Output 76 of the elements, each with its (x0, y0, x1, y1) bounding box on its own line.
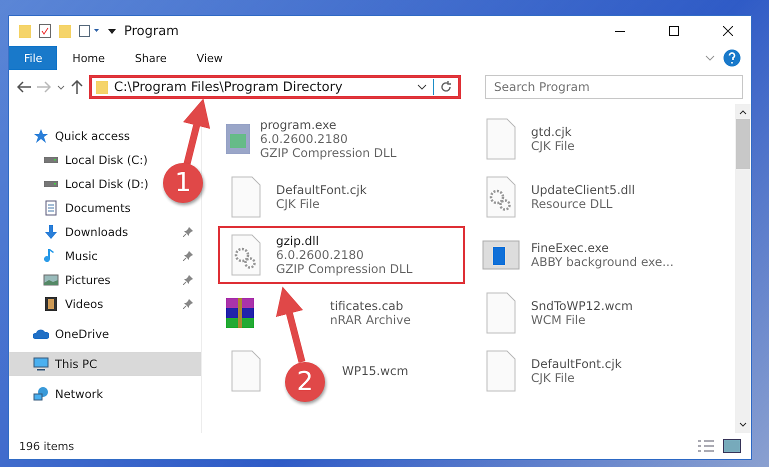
drive-icon (43, 157, 59, 163)
download-icon (43, 224, 59, 240)
close-icon (723, 26, 733, 36)
scroll-thumb[interactable] (736, 119, 750, 169)
file-name: DefaultFont.cjk (276, 183, 367, 197)
installer-icon (226, 124, 250, 154)
file-name: tificates.cab (330, 299, 404, 313)
minimize-icon (615, 30, 625, 32)
document-icon (43, 200, 59, 216)
file-detail: GZIP Compression DLL (260, 146, 396, 160)
scroll-up-icon (739, 110, 747, 115)
file-detail: WCM File (531, 313, 586, 327)
refresh-icon (433, 79, 454, 95)
drive-icon (43, 181, 59, 187)
film-icon (43, 296, 59, 312)
picture-icon (43, 272, 59, 288)
caret-icon (57, 84, 65, 90)
file-name: SndToWP12.wcm (531, 299, 633, 313)
file-detail: 6.0.2600.2180 (276, 248, 365, 262)
network-icon (33, 386, 49, 402)
sidebar-item[interactable]: Pictures (9, 268, 201, 292)
folder-icon (96, 80, 108, 94)
view-dropdown-icon (79, 25, 100, 37)
large-icons-view-icon (723, 439, 741, 453)
sidebar-item[interactable]: Local Disk (D:) (9, 172, 157, 196)
sidebar-item[interactable]: Local Disk (C:) (9, 148, 156, 172)
ribbon-tab[interactable]: File (9, 46, 58, 70)
sidebar-item[interactable]: Downloads (9, 220, 201, 244)
up-arrow-icon (71, 80, 83, 94)
sidebar-item[interactable]: Documents (9, 196, 139, 220)
folder-icon (19, 24, 31, 38)
ribbon-tab[interactable]: View (182, 46, 238, 70)
ribbon-tab[interactable]: Share (120, 46, 182, 70)
sidebar-item[interactable]: This PC (9, 352, 201, 376)
scrollbar[interactable] (735, 104, 751, 433)
file-detail: Resource DLL (531, 197, 614, 211)
caret-icon (108, 28, 116, 34)
file-tile[interactable]: gzip.dll 6.0.2600.2180 GZIP Compression DLL (218, 226, 465, 284)
file-name: gtd.cjk (531, 125, 573, 139)
file-detail: CJK File (276, 197, 321, 211)
ribbon-tab[interactable]: Home (57, 46, 120, 70)
sidebar-item[interactable]: OneDrive (9, 322, 118, 346)
properties-icon (39, 24, 51, 38)
help-icon (723, 49, 741, 67)
window-title: Program (124, 24, 180, 38)
sidebar-item[interactable]: Music (9, 244, 201, 268)
file-detail: ABBY background exe... (531, 255, 674, 269)
archive-icon (226, 298, 254, 328)
file-name: gzip.dll (276, 234, 320, 248)
file-detail: GZIP Compression DLL (276, 262, 412, 276)
file-detail: CJK File (531, 371, 576, 385)
maximize-icon (669, 26, 679, 36)
file-name: DefaultFont.cjk (531, 357, 622, 371)
file-name: FineExec.exe (531, 241, 610, 255)
chevron-down-icon (705, 55, 715, 61)
sidebar-item[interactable]: Quick access (9, 124, 138, 148)
forward-arrow-icon (37, 81, 51, 93)
file-detail: CJK File (531, 139, 575, 153)
file-name: WP15.wcm (342, 364, 408, 378)
sidebar-item[interactable]: Videos (9, 292, 201, 316)
details-view-icon (697, 440, 715, 452)
back-arrow-icon (17, 81, 31, 93)
scroll-down-icon (739, 422, 747, 427)
new-folder-icon (59, 24, 71, 38)
chevron-down-icon (417, 84, 427, 90)
window-icon (481, 240, 521, 270)
star-icon (33, 128, 49, 144)
file-name: program.exe (260, 118, 338, 132)
file-detail: nRAR Archive (330, 313, 411, 327)
address-bar[interactable]: C:\Program Files\Program Directory (89, 75, 461, 99)
search-field[interactable]: Search Program (485, 75, 743, 99)
file-detail: 6.0.2600.2180 (260, 132, 349, 146)
sidebar-item[interactable]: Network (9, 382, 112, 406)
file-name: UpdateClient5.dll (531, 183, 635, 197)
item-count: 196 items (19, 440, 76, 452)
monitor-icon (33, 356, 49, 372)
